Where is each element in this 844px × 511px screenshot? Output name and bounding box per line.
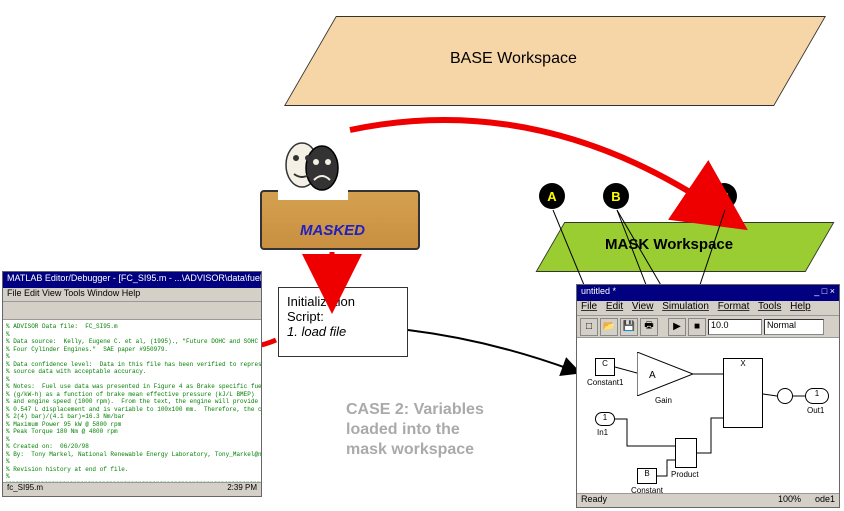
menu-file[interactable]: File — [581, 301, 597, 312]
mux-block[interactable]: X — [723, 358, 763, 428]
base-workspace-label: BASE Workspace — [450, 50, 577, 68]
status-ready: Ready — [581, 494, 607, 507]
window-controls[interactable]: _ □ × — [814, 286, 835, 300]
matlab-toolbar[interactable] — [3, 302, 261, 320]
print-button[interactable]: 🖶 — [640, 318, 658, 336]
matlab-title-bar[interactable]: MATLAB Editor/Debugger - [FC_SI95.m - ..… — [3, 272, 261, 288]
matlab-editor-window[interactable]: MATLAB Editor/Debugger - [FC_SI95.m - ..… — [2, 271, 262, 497]
matlab-status-file: fc_SI95.m — [7, 483, 43, 492]
product-label: Product — [671, 470, 699, 479]
variable-c-badge: C — [711, 183, 737, 209]
gain-block[interactable]: A — [637, 352, 693, 396]
case2-line1: CASE 2: Variables — [346, 400, 566, 420]
gain-label: Gain — [655, 396, 672, 405]
product-block[interactable] — [675, 438, 697, 468]
new-button[interactable]: □ — [580, 318, 598, 336]
case2-line3: mask workspace — [346, 440, 566, 460]
simulink-toolbar[interactable]: □ 📂 💾 🖶 ▶ ■ 10.0 Normal — [577, 316, 839, 338]
status-solver: ode1 — [815, 494, 835, 507]
matlab-menu-bar[interactable]: File Edit View Tools Window Help — [3, 288, 261, 302]
open-button[interactable]: 📂 — [600, 318, 618, 336]
menu-help[interactable]: Help — [790, 301, 811, 312]
init-item1: 1. load file — [287, 324, 399, 339]
in1-label: In1 — [597, 428, 608, 437]
matlab-status-time: 2:39 PM — [227, 483, 257, 492]
stop-button[interactable]: ■ — [688, 318, 706, 336]
matlab-code-area[interactable]: % ADVISOR Data file: FC_SI95.m % % Data … — [3, 320, 261, 482]
constant1-label: Constant1 — [587, 378, 623, 387]
simulink-canvas[interactable]: C Constant1 1 In1 A Gain Product B Const… — [577, 338, 839, 493]
sum-block[interactable] — [777, 388, 793, 404]
simulink-status-bar: Ready 100% ode1 — [577, 493, 839, 507]
init-script-box: Initialization Script: 1. load file — [278, 287, 408, 357]
simulink-title: untitled * — [581, 286, 616, 300]
stop-time-field[interactable]: 10.0 — [708, 319, 762, 335]
masked-label: MASKED — [300, 222, 365, 239]
constant-block[interactable]: B — [637, 468, 657, 484]
matlab-status-bar: fc_SI95.m 2:39 PM — [3, 482, 261, 496]
menu-simulation[interactable]: Simulation — [662, 301, 709, 312]
menu-format[interactable]: Format — [718, 301, 750, 312]
init-subtitle: Script: — [287, 309, 399, 324]
simulink-menu-bar[interactable]: File Edit View Simulation Format Tools H… — [577, 301, 839, 316]
constant1-block[interactable]: C — [595, 358, 615, 376]
case2-caption: CASE 2: Variables loaded into the mask w… — [346, 400, 566, 460]
menu-tools[interactable]: Tools — [758, 301, 781, 312]
out1-block[interactable]: 1 — [805, 388, 829, 404]
simulink-title-bar[interactable]: untitled * _ □ × — [577, 285, 839, 301]
variable-a-badge: A — [539, 183, 565, 209]
menu-edit[interactable]: Edit — [606, 301, 623, 312]
play-button[interactable]: ▶ — [668, 318, 686, 336]
init-title: Initialization — [287, 294, 399, 309]
mask-workspace-label: MASK Workspace — [605, 236, 733, 253]
menu-view[interactable]: View — [632, 301, 654, 312]
simulink-window[interactable]: untitled * _ □ × File Edit View Simulati… — [576, 284, 840, 508]
drama-masks-icon — [278, 130, 348, 200]
status-zoom: 100% — [778, 494, 801, 507]
out1-label: Out1 — [807, 406, 824, 415]
save-button[interactable]: 💾 — [620, 318, 638, 336]
sim-mode-field[interactable]: Normal — [764, 319, 824, 335]
constant-label: Constant — [631, 486, 663, 495]
case2-line2: loaded into the — [346, 420, 566, 440]
variable-b-badge: B — [603, 183, 629, 209]
in1-block[interactable]: 1 — [595, 412, 615, 426]
gain-value: A — [649, 370, 656, 381]
